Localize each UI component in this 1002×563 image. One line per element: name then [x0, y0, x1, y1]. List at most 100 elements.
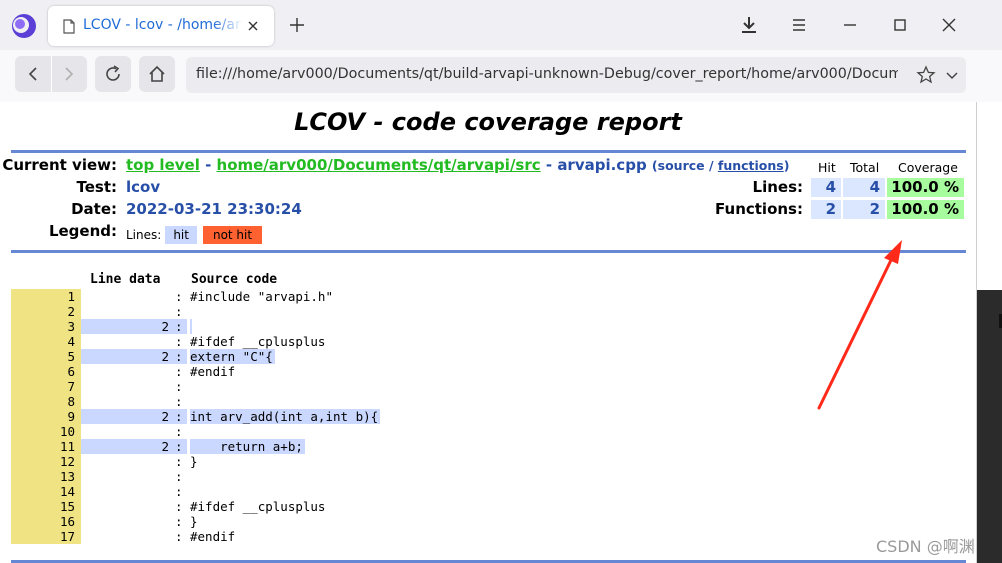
menu-icon[interactable]: [788, 14, 810, 36]
line-number: 3: [11, 319, 81, 334]
line-separator: :: [175, 304, 183, 319]
line-number: 16: [11, 514, 81, 529]
line-separator: :: [175, 349, 187, 364]
date-value: 2022-03-21 23:30:24: [126, 200, 302, 218]
tab-active[interactable]: LCOV - lcov - /home/arv000/Documents/qt/…: [48, 6, 274, 46]
line-code: #endif: [190, 529, 236, 544]
line-hit-count: [81, 379, 181, 394]
line-number: 6: [11, 364, 81, 379]
line-hit-count: [81, 529, 181, 544]
download-icon[interactable]: [738, 14, 760, 36]
watermark: CSDN @啊渊: [876, 537, 975, 556]
close-window-icon[interactable]: [938, 14, 960, 36]
star-icon[interactable]: [916, 65, 936, 85]
source-line: 10:: [11, 424, 611, 439]
line-hit-count: [81, 424, 181, 439]
source-line: 15: #ifdef __cplusplus: [11, 499, 611, 514]
source-line: 1: #include "arvapi.h": [11, 289, 611, 304]
chevron-down-icon[interactable]: [944, 67, 960, 83]
line-separator: :: [175, 289, 183, 304]
back-icon[interactable]: [15, 56, 51, 92]
line-code: #include "arvapi.h": [190, 289, 333, 304]
line-separator: :: [175, 454, 183, 469]
home-icon[interactable]: [139, 56, 175, 92]
line-separator: :: [175, 334, 183, 349]
line-number: 1: [11, 289, 81, 304]
breadcrumb-directory[interactable]: home/arv000/Documents/qt/arvapi/src: [217, 156, 541, 174]
line-hit-count: [81, 289, 181, 304]
breadcrumb-separator: -: [199, 156, 217, 174]
line-number: 13: [11, 469, 81, 484]
address-bar[interactable]: file:///home/arv000/Documents/qt/build-a…: [186, 57, 966, 93]
functions-coverage: 100.0 %: [887, 200, 964, 219]
line-number: 4: [11, 334, 81, 349]
legend-label: Legend:: [48, 222, 117, 240]
test-value: lcov: [126, 178, 161, 196]
line-separator: :: [175, 529, 183, 544]
line-hit-count: 2: [81, 319, 181, 334]
line-number: 8: [11, 394, 81, 409]
header-top-rule: [11, 150, 966, 153]
line-number: 5: [11, 349, 81, 364]
source-line: 6: #endif: [11, 364, 611, 379]
page-title: LCOV - code coverage report: [294, 108, 682, 136]
line-hit-count: [81, 364, 181, 379]
report-page: LCOV - code coverage report Current view…: [0, 102, 976, 563]
lines-total: 4: [843, 178, 885, 197]
view-links-slash: /: [704, 158, 718, 173]
line-separator: :: [175, 439, 187, 454]
line-code: int arv_add(int a,int b){: [190, 409, 381, 424]
line-data-header: Line data: [90, 272, 161, 287]
functions-total: 2: [843, 200, 885, 219]
forward-icon[interactable]: [51, 56, 87, 92]
breadcrumb-current-file: arvapi.cpp: [557, 156, 647, 174]
minimize-icon[interactable]: [839, 14, 861, 36]
test-label: Test:: [76, 178, 117, 196]
functions-link[interactable]: functions: [718, 158, 784, 173]
legend-hit: hit: [165, 226, 197, 244]
background-window: [977, 290, 1002, 563]
line-separator: :: [175, 409, 187, 424]
line-number: 15: [11, 499, 81, 514]
lines-stat-label: Lines:: [752, 178, 803, 196]
line-hit-count: 2: [81, 349, 181, 364]
line-hit-count: 2: [81, 439, 181, 454]
source-line: 5 2: extern "C"{: [11, 349, 611, 364]
reload-icon[interactable]: [95, 56, 131, 92]
line-separator: :: [175, 319, 187, 334]
line-code: #ifdef __cplusplus: [190, 334, 326, 349]
app-logo-icon[interactable]: [10, 12, 38, 40]
breadcrumb-top-level[interactable]: top level: [126, 156, 200, 174]
line-number: 7: [11, 379, 81, 394]
source-code-header: Source code: [191, 272, 278, 287]
line-number: 12: [11, 454, 81, 469]
line-hit-count: [81, 454, 181, 469]
line-code: }: [190, 454, 198, 469]
source-line: 16:}: [11, 514, 611, 529]
line-hit-count: [81, 499, 181, 514]
view-links: (source / functions): [651, 158, 790, 173]
line-separator: :: [175, 394, 183, 409]
legend-lines-label: Lines:: [126, 228, 162, 242]
legend: Lines: hit not hit: [126, 226, 263, 244]
close-icon[interactable]: [244, 17, 262, 35]
source-line: 4: #ifdef __cplusplus: [11, 334, 611, 349]
line-code: return a+b;: [190, 439, 305, 454]
breadcrumb: top level - home/arv000/Documents/qt/arv…: [126, 156, 789, 174]
functions-stat-label: Functions:: [715, 200, 803, 218]
source-link[interactable]: source: [658, 158, 705, 173]
maximize-icon[interactable]: [889, 14, 911, 36]
source-line: 17: #endif: [11, 529, 611, 544]
line-hit-count: [81, 394, 181, 409]
line-code: #endif: [190, 364, 236, 379]
tab-title-fade: [213, 14, 243, 38]
line-separator: :: [175, 424, 183, 439]
line-number: 9: [11, 409, 81, 424]
line-code: extern "C"{: [190, 349, 275, 364]
source-line: 32:: [11, 319, 611, 334]
url-text[interactable]: file:///home/arv000/Documents/qt/build-a…: [196, 66, 898, 86]
line-separator: :: [175, 469, 183, 484]
plus-icon[interactable]: [288, 16, 306, 34]
line-number: 2: [11, 304, 81, 319]
source-line: 13:: [11, 469, 611, 484]
